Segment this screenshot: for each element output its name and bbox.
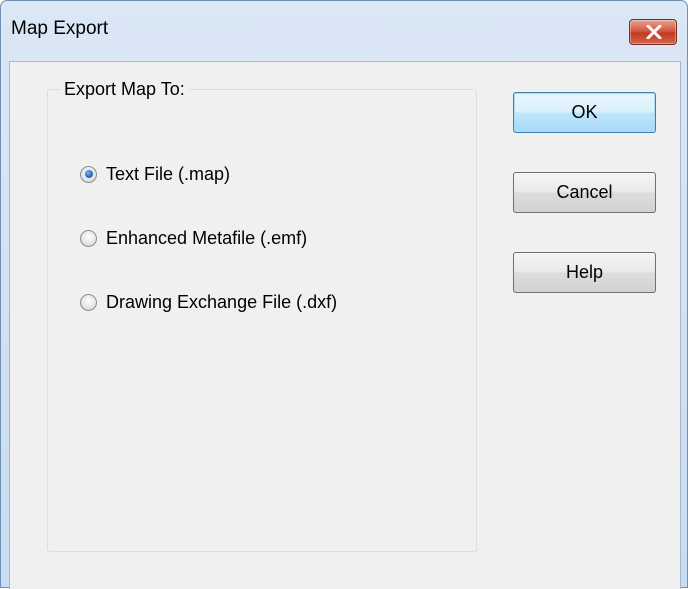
window-title: Map Export xyxy=(11,18,109,39)
radio-enhanced-metafile[interactable] xyxy=(80,229,97,247)
map-export-dialog: Map Export Export Map To: Text File (.ma… xyxy=(0,0,688,589)
radio-option-enhanced-metafile[interactable]: Enhanced Metafile (.emf) xyxy=(80,225,307,251)
radio-text-file[interactable] xyxy=(80,165,97,183)
close-button[interactable] xyxy=(629,19,677,45)
radio-label-drawing-exchange-file[interactable]: Drawing Exchange File (.dxf) xyxy=(106,292,337,313)
help-button[interactable]: Help xyxy=(513,252,656,293)
radio-option-text-file[interactable]: Text File (.map) xyxy=(80,161,230,187)
cancel-button[interactable]: Cancel xyxy=(513,172,656,213)
group-legend: Export Map To: xyxy=(60,79,189,100)
radio-option-drawing-exchange-file[interactable]: Drawing Exchange File (.dxf) xyxy=(80,289,337,315)
ok-button[interactable]: OK xyxy=(513,92,656,133)
title-bar[interactable]: Map Export xyxy=(1,1,687,61)
radio-label-text-file[interactable]: Text File (.map) xyxy=(106,164,230,185)
dialog-body: Export Map To: Text File (.map) Enhanced… xyxy=(9,61,681,589)
radio-label-enhanced-metafile[interactable]: Enhanced Metafile (.emf) xyxy=(106,228,307,249)
close-icon xyxy=(646,25,662,39)
radio-drawing-exchange-file[interactable] xyxy=(80,293,97,311)
export-map-to-group: Export Map To: Text File (.map) Enhanced… xyxy=(47,79,477,552)
